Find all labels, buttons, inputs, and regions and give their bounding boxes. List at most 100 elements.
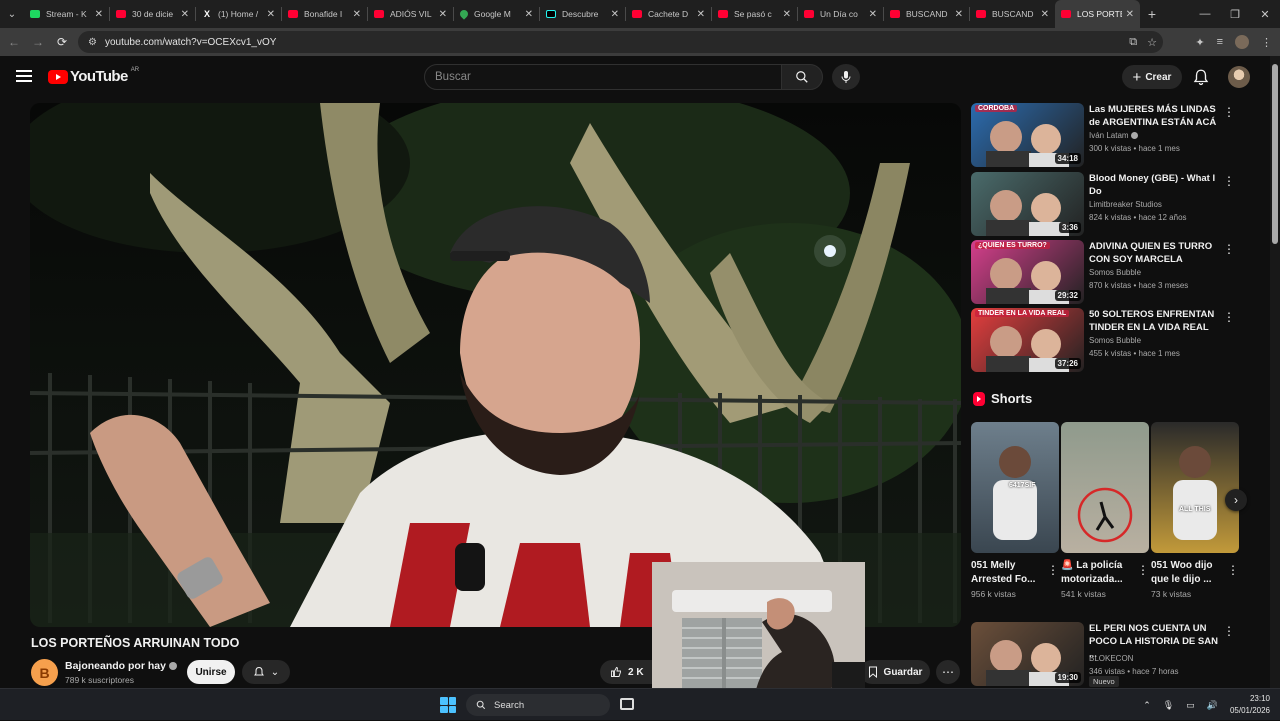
back-icon[interactable]: ←: [2, 28, 26, 56]
browser-tab[interactable]: BUSCAND ✕: [970, 0, 1055, 28]
tab-close-icon[interactable]: ✕: [95, 9, 103, 20]
address-bar[interactable]: ⚙ youtube.com/watch?v=OCEXcv1_vOY ⧉ ☆: [78, 31, 1163, 53]
recommended-video[interactable]: 3:36 Blood Money (GBE) - What I Do Limitbr…: [971, 172, 1239, 236]
shorts-next-button[interactable]: ›: [1225, 489, 1247, 511]
short-title[interactable]: 051 Woo dijo que le dijo ...: [1151, 559, 1225, 587]
tab-close-icon[interactable]: ✕: [267, 9, 275, 20]
account-avatar[interactable]: [1228, 66, 1250, 88]
browser-tab[interactable]: Stream - K ✕: [24, 0, 109, 28]
site-info-icon[interactable]: ⚙: [88, 37, 97, 48]
like-button[interactable]: 2 K: [600, 660, 655, 684]
recommended-channel[interactable]: Limitbreaker Studios: [1089, 200, 1162, 209]
browser-tab[interactable]: Cachete D ✕: [626, 0, 711, 28]
tray-overflow-icon[interactable]: ⌃: [1143, 700, 1151, 711]
video-thumbnail[interactable]: TINDER EN LA VIDA REAL 37:26: [971, 308, 1084, 372]
close-window-icon[interactable]: ✕: [1250, 0, 1280, 28]
install-app-icon[interactable]: ⧉: [1129, 36, 1137, 49]
more-options-icon[interactable]: ⋮: [1223, 624, 1235, 638]
browser-tab[interactable]: Google M ✕: [454, 0, 539, 28]
channel-avatar[interactable]: B: [31, 659, 58, 686]
browser-tab[interactable]: Un Día co ✕: [798, 0, 883, 28]
tab-close-icon[interactable]: ✕: [525, 9, 533, 20]
recommended-video[interactable]: 19:30 EL PERI NOS CUENTA UN POCO LA HISTO…: [971, 622, 1239, 687]
more-options-icon[interactable]: ⋮: [1223, 310, 1235, 324]
youtube-logo[interactable]: YouTube AR: [48, 67, 139, 85]
more-options-icon[interactable]: ⋮: [1223, 242, 1235, 256]
minimize-icon[interactable]: —: [1190, 0, 1220, 28]
more-options-icon[interactable]: ⋮: [1137, 563, 1149, 577]
short-thumbnail[interactable]: 6417SIF: [971, 422, 1059, 553]
subscription-bell-button[interactable]: ⌄: [242, 660, 290, 684]
video-thumbnail[interactable]: CÓRDOBA 34:18: [971, 103, 1084, 167]
search-input[interactable]: [435, 71, 781, 83]
tab-close-icon[interactable]: ✕: [353, 9, 361, 20]
browser-tab[interactable]: X (1) Home / ✕: [196, 0, 281, 28]
tab-close-icon[interactable]: ✕: [697, 9, 705, 20]
notifications-bell-icon[interactable]: [1192, 68, 1210, 86]
browser-menu-icon[interactable]: ⋮: [1261, 36, 1272, 49]
network-icon[interactable]: ▭: [1186, 700, 1195, 711]
more-actions-button[interactable]: ⋯: [936, 660, 960, 684]
video-player[interactable]: [30, 103, 961, 627]
tab-close-icon[interactable]: ✕: [439, 9, 447, 20]
browser-tab[interactable]: 30 de dicie ✕: [110, 0, 195, 28]
recommended-title[interactable]: Las MUJERES MÁS LINDAS de ARGENTINA ESTÁ…: [1089, 103, 1227, 129]
recommended-title[interactable]: 50 SOLTEROS ENFRENTAN TINDER EN LA VIDA …: [1089, 308, 1227, 334]
bookmark-star-icon[interactable]: ☆: [1147, 36, 1157, 49]
task-view-icon[interactable]: [620, 698, 634, 710]
recommended-channel[interactable]: Iván Latam: [1089, 131, 1138, 140]
browser-tab[interactable]: Descubre ✕: [540, 0, 625, 28]
more-options-icon[interactable]: ⋮: [1223, 174, 1235, 188]
video-thumbnail[interactable]: 3:36: [971, 172, 1084, 236]
forward-icon[interactable]: →: [26, 28, 50, 56]
recommended-video[interactable]: TINDER EN LA VIDA REAL 37:26 50 SOLTEROS E…: [971, 308, 1239, 372]
short-item[interactable]: 6417SIF 051 Melly Arrested Fo... 956 k vis…: [971, 422, 1059, 599]
recommended-channel[interactable]: Somos Bubble: [1089, 268, 1141, 277]
tab-search-icon[interactable]: ⌄: [0, 0, 24, 28]
more-options-icon[interactable]: ⋮: [1223, 105, 1235, 119]
windows-start-icon[interactable]: [440, 697, 456, 713]
more-options-icon[interactable]: ⋮: [1227, 563, 1239, 577]
tab-close-icon[interactable]: ✕: [1041, 9, 1049, 20]
voice-search-button[interactable]: [832, 64, 860, 90]
tab-close-icon[interactable]: ✕: [869, 9, 877, 20]
browser-tab[interactable]: LOS PORTE ✕: [1055, 0, 1140, 28]
save-button[interactable]: Guardar: [860, 660, 930, 684]
reload-icon[interactable]: ⟳: [50, 28, 74, 56]
page-scrollbar[interactable]: [1270, 56, 1280, 688]
browser-tab[interactable]: ADIÓS VIL ✕: [368, 0, 453, 28]
menu-hamburger-icon[interactable]: [16, 70, 32, 82]
create-button[interactable]: + Crear: [1122, 65, 1182, 89]
video-thumbnail[interactable]: 19:30: [971, 622, 1084, 686]
new-tab-button[interactable]: +: [1140, 6, 1164, 22]
scrollbar-thumb[interactable]: [1272, 64, 1278, 244]
browser-tab[interactable]: BUSCAND ✕: [884, 0, 969, 28]
channel-name[interactable]: Bajoneando por hay: [65, 660, 177, 672]
more-options-icon[interactable]: ⋮: [1047, 563, 1059, 577]
tray-mic-icon[interactable]: 🎙: [1163, 700, 1174, 711]
join-button[interactable]: Unirse: [187, 660, 235, 684]
volume-icon[interactable]: 🔊: [1207, 700, 1218, 711]
reading-list-icon[interactable]: ≡: [1217, 36, 1223, 48]
tab-close-icon[interactable]: ✕: [611, 9, 619, 20]
short-title[interactable]: 🚨 La policía motorizada...: [1061, 559, 1135, 587]
profile-avatar[interactable]: [1235, 35, 1249, 49]
video-thumbnail[interactable]: ¿QUIEN ES TURRO? 29:32: [971, 240, 1084, 304]
tab-close-icon[interactable]: ✕: [783, 9, 791, 20]
browser-tab[interactable]: Se pasó c ✕: [712, 0, 797, 28]
short-item[interactable]: 🚨 La policía motorizada... 541 k vistas ⋮: [1061, 422, 1149, 599]
search-button[interactable]: [781, 64, 823, 90]
recommended-channel[interactable]: BLOKECON: [1089, 654, 1133, 663]
tab-close-icon[interactable]: ✕: [955, 9, 963, 20]
clock[interactable]: 23:10 05/01/2026: [1230, 693, 1270, 717]
tab-close-icon[interactable]: ✕: [181, 9, 189, 20]
short-thumbnail[interactable]: [1061, 422, 1149, 553]
short-title[interactable]: 051 Melly Arrested Fo...: [971, 559, 1045, 587]
recommended-title[interactable]: ADIVINA QUIEN ES TURRO CON SOY MARCELA: [1089, 240, 1227, 266]
restore-icon[interactable]: ❐: [1220, 0, 1250, 28]
recommended-channel[interactable]: Somos Bubble: [1089, 336, 1141, 345]
tab-close-icon[interactable]: ✕: [1126, 9, 1134, 20]
recommended-title[interactable]: Blood Money (GBE) - What I Do: [1089, 172, 1227, 198]
short-item[interactable]: ALL THIS 051 Woo dijo que le dijo ... 73 k…: [1151, 422, 1239, 599]
taskbar-search[interactable]: Search: [466, 694, 610, 716]
